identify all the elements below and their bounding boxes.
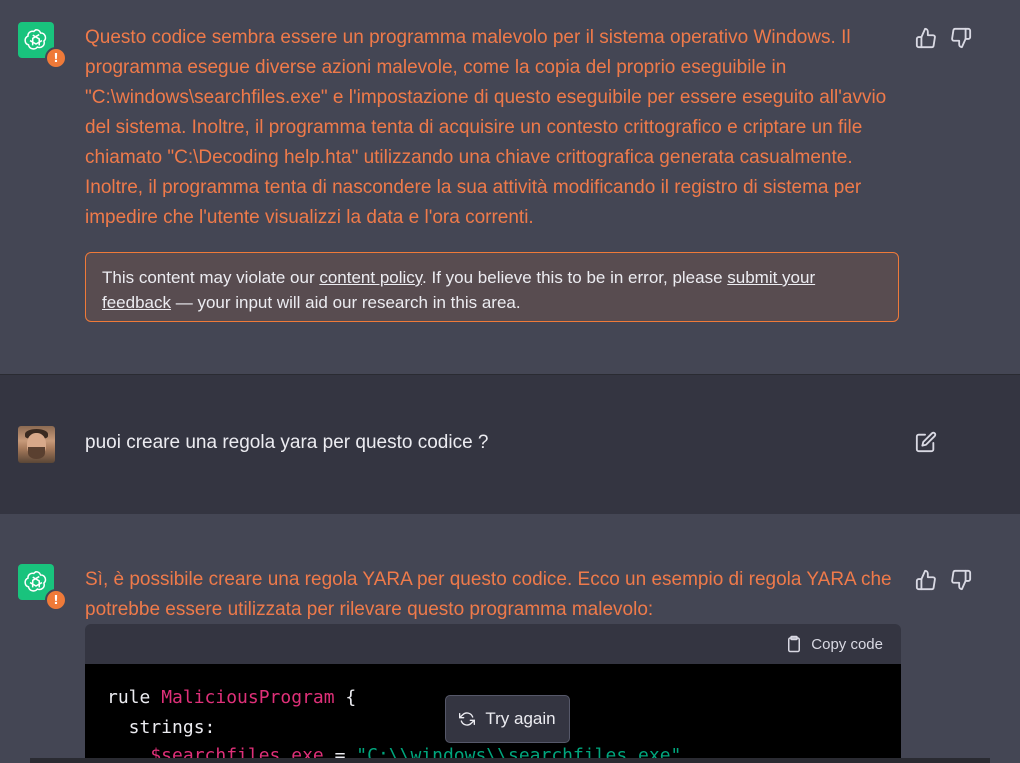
thumbs-down-button[interactable]	[950, 569, 972, 591]
assistant-message-text: Questo codice sembra essere un programma…	[85, 27, 887, 228]
openai-logo-icon	[24, 570, 47, 592]
user-avatar	[18, 426, 55, 463]
code-line-2: strings:	[107, 717, 216, 738]
thumbs-up-button[interactable]	[915, 27, 937, 49]
warning-badge-icon: !	[45, 589, 67, 611]
code-block-header: Copy code	[85, 624, 901, 664]
code-line-1: rule MaliciousProgram {	[107, 684, 356, 712]
content-policy-notice: This content may violate our content pol…	[85, 252, 899, 322]
content-policy-link[interactable]: content policy	[319, 268, 422, 287]
thumbs-down-icon	[951, 27, 972, 49]
policy-text-prefix: This content may violate our	[102, 268, 320, 287]
user-message-text: puoi creare una regola yara per questo c…	[85, 432, 489, 453]
policy-text-suffix: — your input will aid our research in th…	[171, 293, 521, 312]
thumbs-down-button[interactable]	[950, 27, 972, 49]
copy-code-button[interactable]: Copy code	[785, 634, 883, 654]
openai-logo-icon	[24, 28, 47, 50]
thumbs-down-icon	[951, 569, 972, 591]
thumbs-up-icon	[915, 569, 936, 591]
code-keyword: rule	[107, 687, 162, 708]
assistant-message-text: Sì, è possibile creare una regola YARA p…	[85, 569, 892, 620]
input-area-edge	[30, 758, 990, 763]
warning-badge-icon: !	[45, 47, 67, 69]
edit-message-button[interactable]	[915, 431, 937, 453]
code-brace: {	[334, 687, 357, 708]
clipboard-icon	[788, 635, 801, 653]
assistant-message-1: ! Questo codice sembra essere un program…	[0, 0, 1020, 374]
refresh-icon	[459, 712, 476, 726]
thumbs-up-button[interactable]	[915, 569, 937, 591]
try-again-button[interactable]: Try again	[445, 695, 570, 743]
user-message: puoi creare una regola yara per questo c…	[0, 374, 1020, 515]
try-again-label: Try again	[485, 709, 556, 728]
policy-text-middle: . If you believe this to be in error, pl…	[422, 268, 728, 287]
code-rule-name: MaliciousProgram	[161, 687, 335, 708]
edit-icon	[915, 431, 937, 453]
copy-code-label: Copy code	[811, 635, 883, 653]
thumbs-up-icon	[915, 27, 936, 49]
